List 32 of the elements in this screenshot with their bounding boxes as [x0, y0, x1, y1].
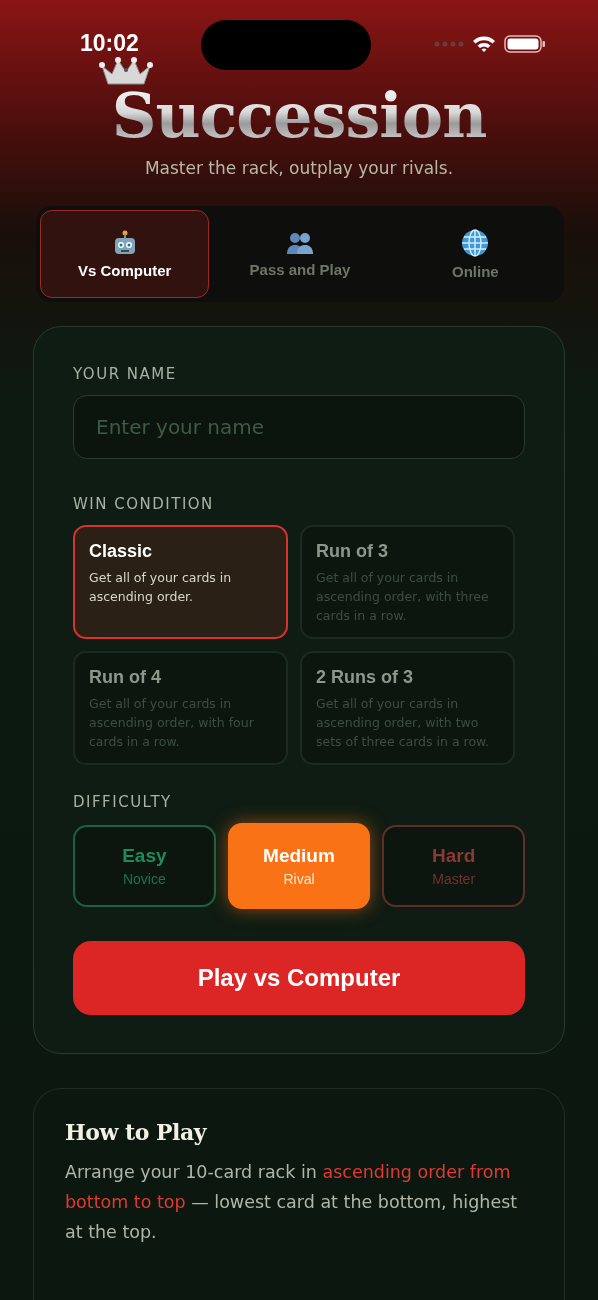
difficulty-name: Hard	[432, 845, 476, 867]
battery-icon	[504, 34, 546, 54]
win-condition-option[interactable]: Classic Get all of your cards in ascending order.	[73, 525, 288, 639]
difficulty-option[interactable]: Easy Novice	[73, 825, 216, 907]
option-title: 2 Runs of 3	[316, 667, 414, 688]
name-field[interactable]: Enter your name	[73, 395, 525, 459]
section-label: WIN CONDITION	[73, 495, 215, 513]
section-label: YOUR NAME	[73, 365, 178, 383]
difficulty-level: Master	[432, 871, 476, 887]
option-description: Get all of your cards in ascending order.	[89, 569, 233, 606]
difficulty-level: Novice	[122, 871, 166, 887]
play-button[interactable]: Play vs Computer	[73, 941, 525, 1015]
difficulty-option[interactable]: Medium Rival	[227, 823, 371, 909]
option-title: Run of 3	[316, 541, 389, 562]
crown-icon	[97, 56, 154, 86]
option-title: Classic	[89, 541, 154, 562]
signal-icon	[434, 41, 464, 47]
difficulty-name: Easy	[122, 845, 167, 867]
mode-tab[interactable]: Vs Computer	[40, 210, 210, 298]
section-label: DIFFICULTY	[73, 793, 173, 811]
mode-tab[interactable]: Pass and Play	[215, 210, 385, 298]
status-time: 10:02	[80, 30, 139, 57]
wifi-icon	[472, 35, 496, 53]
difficulty-level: Rival	[283, 871, 315, 887]
option-title: Run of 4	[89, 667, 162, 688]
card-title: How to Play	[65, 1119, 208, 1145]
people-icon	[286, 230, 314, 255]
globe-icon	[461, 228, 490, 257]
difficulty-name: Medium	[263, 845, 335, 867]
mode-tab[interactable]: Online	[390, 210, 560, 298]
instructions-text: Arrange your 10-card rack in ascending order from bottom to top — lowest card at the bottom, highest at the top.	[65, 1161, 519, 1244]
app-tagline: Master the rack, outplay your rivals.	[144, 158, 454, 178]
